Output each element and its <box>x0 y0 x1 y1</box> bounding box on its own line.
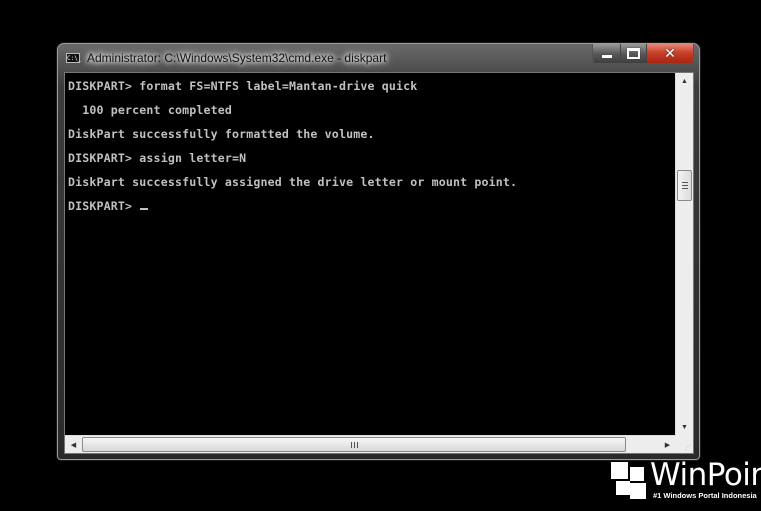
scroll-up-button[interactable]: ▲ <box>676 73 693 90</box>
maximize-button[interactable] <box>621 44 647 63</box>
console-line: DiskPart successfully assigned the drive… <box>68 175 518 189</box>
title-bar[interactable]: C:\_ Administrator: C:\Windows\System32\… <box>58 44 699 72</box>
caption-buttons: ✕ <box>592 44 694 64</box>
minimize-icon <box>601 55 612 58</box>
console-line: DISKPART> format FS=NTFS label=Mantan-dr… <box>68 79 418 93</box>
arrow-up-icon: ▲ <box>681 78 688 85</box>
console-output[interactable]: DISKPART> format FS=NTFS label=Mantan-dr… <box>67 73 677 436</box>
close-button[interactable]: ✕ <box>647 44 693 63</box>
scroll-left-button[interactable]: ◀ <box>65 436 82 453</box>
minimize-button[interactable] <box>593 44 621 63</box>
cmd-icon[interactable]: C:\_ <box>66 53 81 63</box>
console-line: DISKPART> assign letter=N <box>68 151 247 165</box>
text-cursor <box>140 208 149 210</box>
prompt-text: DISKPART> <box>68 199 140 213</box>
grip-line <box>353 441 355 448</box>
maximize-icon <box>627 48 640 59</box>
close-icon: ✕ <box>664 45 676 62</box>
scroll-down-button[interactable]: ▼ <box>676 419 693 436</box>
brand-name: WinPoin <box>650 457 761 493</box>
grip-line <box>350 441 352 448</box>
cmd-window: C:\_ Administrator: C:\Windows\System32\… <box>57 43 700 460</box>
grip-line <box>356 441 358 448</box>
brand-tagline: #1 Windows Portal Indonesia <box>653 491 757 500</box>
grip-line <box>681 182 688 184</box>
size-grip[interactable]: ⋰ <box>676 436 693 453</box>
horizontal-scrollbar[interactable]: ◀ ▶ <box>65 435 676 453</box>
grip-line <box>681 188 688 190</box>
arrow-down-icon: ▼ <box>681 424 688 431</box>
arrow-left-icon: ◀ <box>70 441 77 449</box>
console-line: DiskPart successfully formatted the volu… <box>68 127 375 141</box>
window-title: Administrator: C:\Windows\System32\cmd.e… <box>87 51 387 65</box>
scroll-right-button[interactable]: ▶ <box>659 436 676 453</box>
grip-line <box>681 185 688 187</box>
console-line: 100 percent completed <box>68 103 232 117</box>
resize-grip-icon: ⋰ <box>685 445 691 451</box>
winpoin-watermark: WinPoin #1 Windows Portal Indonesia <box>611 457 761 511</box>
vertical-scrollbar[interactable]: ▲ ▼ <box>675 73 693 436</box>
prompt-line[interactable]: DISKPART> <box>68 199 149 213</box>
console-client-area: DISKPART> format FS=NTFS label=Mantan-dr… <box>64 72 694 454</box>
arrow-right-icon: ▶ <box>664 441 671 449</box>
vertical-scroll-thumb[interactable] <box>677 170 692 202</box>
horizontal-scroll-thumb[interactable] <box>82 437 626 452</box>
